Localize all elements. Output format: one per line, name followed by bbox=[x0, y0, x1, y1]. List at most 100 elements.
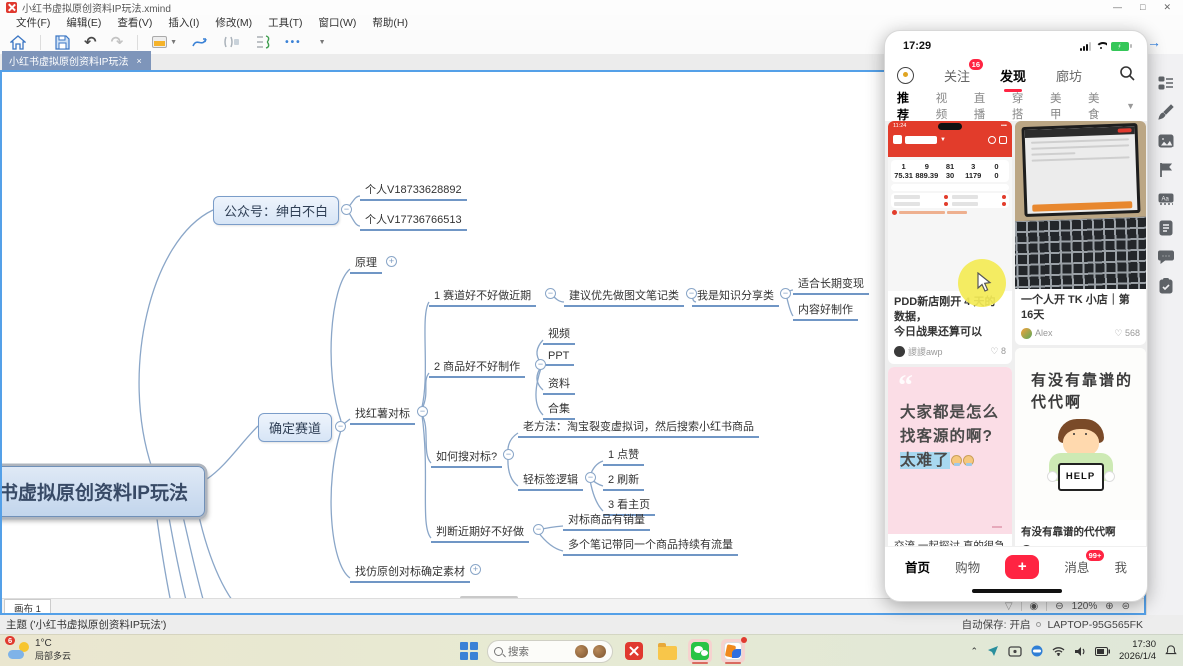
structure-icon[interactable] bbox=[1158, 75, 1174, 91]
feed-card-help[interactable]: 有没有靠谱的 代代啊 HELP 有没有靠谱的代代啊 bbox=[1015, 348, 1146, 546]
mindmap-node-n3b[interactable]: 轻标签逻辑 bbox=[518, 470, 583, 491]
redo-icon[interactable]: ↷ bbox=[111, 33, 124, 51]
menu-edit[interactable]: 编辑(E) bbox=[58, 15, 109, 30]
mindmap-node-n2[interactable]: 2 商品好不好制作 bbox=[429, 357, 525, 378]
mindmap-node-n1[interactable]: 1 赛道好不好做近期 bbox=[429, 286, 536, 307]
marker-flag-icon[interactable] bbox=[1158, 162, 1174, 178]
home-indicator[interactable] bbox=[972, 589, 1062, 593]
mindmap-node-n1b2[interactable]: 内容好制作 bbox=[793, 300, 858, 321]
mindmap-node-n4a[interactable]: 对标商品有销量 bbox=[563, 510, 650, 531]
cat-nails[interactable]: 美甲 bbox=[1050, 90, 1064, 122]
minimize-button[interactable]: — bbox=[1113, 2, 1122, 13]
collapse-icon[interactable]: − bbox=[503, 449, 514, 460]
author-name[interactable]: Alex bbox=[1035, 328, 1114, 338]
taskbar-wechat[interactable] bbox=[688, 639, 712, 663]
tray-date[interactable]: 2026/1/4 bbox=[1119, 651, 1156, 663]
collapse-icon[interactable]: − bbox=[533, 524, 544, 535]
tray-clock[interactable]: 17:30 bbox=[1119, 639, 1156, 651]
mindmap-node-n1b[interactable]: 我是知识分享类 bbox=[692, 286, 779, 307]
collapse-icon[interactable]: − bbox=[585, 472, 596, 483]
zoom-out-icon[interactable]: ⊖ bbox=[1055, 601, 1063, 612]
mindmap-node-n3b2[interactable]: 2 刷新 bbox=[603, 470, 644, 491]
tab-local[interactable]: 廊坊 bbox=[1056, 66, 1082, 85]
collapse-icon[interactable]: − bbox=[545, 288, 556, 299]
expand-icon[interactable]: + bbox=[386, 256, 397, 267]
maximize-button[interactable]: □ bbox=[1140, 2, 1145, 13]
collapse-icon[interactable]: − bbox=[417, 406, 428, 417]
mindmap-node-n4b[interactable]: 多个笔记带同一个商品持续有流量 bbox=[563, 535, 738, 556]
mindmap-node-n3a[interactable]: 老方法：淘宝裂变虚拟词，然后搜索小红书商品 bbox=[518, 417, 759, 438]
location-icon[interactable] bbox=[987, 645, 999, 657]
author-avatar[interactable] bbox=[894, 346, 905, 357]
tab-follow[interactable]: 关注16 bbox=[944, 66, 970, 85]
close-button[interactable]: ✕ bbox=[1163, 2, 1171, 13]
menu-window[interactable]: 窗口(W) bbox=[311, 15, 365, 30]
save-icon[interactable] bbox=[55, 35, 70, 50]
volume-icon[interactable] bbox=[1074, 646, 1086, 657]
collapse-icon[interactable]: − bbox=[686, 288, 697, 299]
home-icon[interactable] bbox=[10, 35, 26, 50]
cat-food[interactable]: 美食 bbox=[1088, 90, 1102, 122]
notes-icon[interactable] bbox=[1158, 220, 1174, 236]
filter-icon[interactable]: ▽ bbox=[1005, 601, 1013, 612]
label-icon[interactable]: Aa bbox=[1158, 191, 1174, 207]
taskbar-explorer[interactable] bbox=[655, 639, 679, 663]
mindmap-node-n3[interactable]: 如何搜对标? bbox=[431, 447, 502, 468]
share-icon[interactable]: → bbox=[1147, 34, 1161, 50]
collapse-icon[interactable]: − bbox=[335, 421, 346, 432]
weather-widget[interactable]: 6 1°C 局部多云 bbox=[8, 638, 71, 662]
pitch-mode-icon[interactable]: ◉ bbox=[1030, 601, 1039, 612]
menu-help[interactable]: 帮助(H) bbox=[364, 15, 416, 30]
cat-recommend[interactable]: 推荐 bbox=[897, 89, 912, 123]
mindmap-node-track[interactable]: 确定赛道 bbox=[258, 413, 332, 442]
cast-icon[interactable] bbox=[1008, 646, 1022, 657]
battery-icon[interactable] bbox=[1095, 647, 1110, 656]
document-tab[interactable]: 小红书虚拟原创资料IP玩法 × bbox=[2, 51, 151, 70]
phone-mirror-window[interactable]: 17:29 关注16 发现 廊坊 推荐 视频 直播 穿搭 美甲 美食 ▼ bbox=[884, 30, 1148, 602]
mindmap-node-n2b[interactable]: PPT bbox=[543, 349, 574, 366]
mindmap-node-n4[interactable]: 判断近期好不好做 bbox=[431, 522, 529, 543]
expand-icon[interactable]: + bbox=[470, 564, 481, 575]
tab-close-icon[interactable]: × bbox=[136, 56, 141, 66]
create-post-button[interactable]: + bbox=[1005, 555, 1039, 579]
cat-live[interactable]: 直播 bbox=[974, 90, 988, 122]
xhs-menu-icon[interactable] bbox=[897, 67, 914, 84]
mindmap-node-v1[interactable]: 个人V18733628892 bbox=[360, 180, 467, 201]
mindmap-node-n1b1[interactable]: 适合长期变现 bbox=[793, 274, 869, 295]
tab-home[interactable]: 首页 bbox=[905, 557, 930, 576]
author-avatar[interactable] bbox=[1021, 328, 1032, 339]
tab-messages[interactable]: 消息99+ bbox=[1064, 557, 1089, 576]
feed-card-pdd[interactable]: 11:24▪▪▪ ▼ 1 bbox=[888, 121, 1012, 364]
wifi-icon[interactable] bbox=[1052, 646, 1065, 656]
tab-me[interactable]: 我 bbox=[1114, 557, 1127, 576]
taskbar-mirror-app[interactable] bbox=[721, 639, 745, 663]
relationship-icon[interactable] bbox=[191, 35, 209, 49]
fit-map-icon[interactable]: ⊜ bbox=[1122, 601, 1130, 612]
menu-view[interactable]: 查看(V) bbox=[109, 15, 160, 30]
notifications-icon[interactable] bbox=[1165, 645, 1177, 657]
menu-tools[interactable]: 工具(T) bbox=[260, 15, 310, 30]
like-count[interactable]: ♡ 8 bbox=[990, 346, 1006, 357]
app-tray-icon[interactable] bbox=[1031, 645, 1043, 657]
mindmap-node-n1a[interactable]: 建议优先做图文笔记类 bbox=[564, 286, 684, 307]
cat-fashion[interactable]: 穿搭 bbox=[1012, 90, 1026, 122]
feed-card-tk[interactable]: 一个人开 TK 小店｜第16天 Alex ♡ 568 bbox=[1015, 121, 1146, 345]
taskbar-xmind[interactable] bbox=[622, 639, 646, 663]
menu-insert[interactable]: 插入(I) bbox=[160, 15, 207, 30]
start-button[interactable] bbox=[460, 642, 478, 660]
mindmap-node-n3b1[interactable]: 1 点赞 bbox=[603, 445, 644, 466]
task-icon[interactable] bbox=[1158, 278, 1174, 294]
cat-video[interactable]: 视频 bbox=[936, 90, 950, 122]
tab-discover[interactable]: 发现 bbox=[1000, 66, 1026, 85]
like-count[interactable]: ♡ 568 bbox=[1114, 328, 1140, 339]
more-tools-icon[interactable]: ••• bbox=[285, 37, 302, 48]
toolbar-dropdown-icon[interactable]: ▼ bbox=[319, 39, 326, 46]
mindmap-node-n2a[interactable]: 视频 bbox=[543, 324, 575, 345]
mindmap-node-gzh[interactable]: 公众号：绅白不白 bbox=[213, 196, 339, 225]
mindmap-node-v2[interactable]: 个人V17736766513 bbox=[360, 210, 467, 231]
style-icon[interactable]: ▼ bbox=[152, 36, 177, 48]
zoom-in-icon[interactable]: ⊕ bbox=[1105, 601, 1113, 612]
menu-file[interactable]: 文件(F) bbox=[8, 15, 58, 30]
chevron-down-icon[interactable]: ▼ bbox=[1126, 101, 1135, 111]
undo-icon[interactable]: ↶ bbox=[84, 33, 97, 51]
